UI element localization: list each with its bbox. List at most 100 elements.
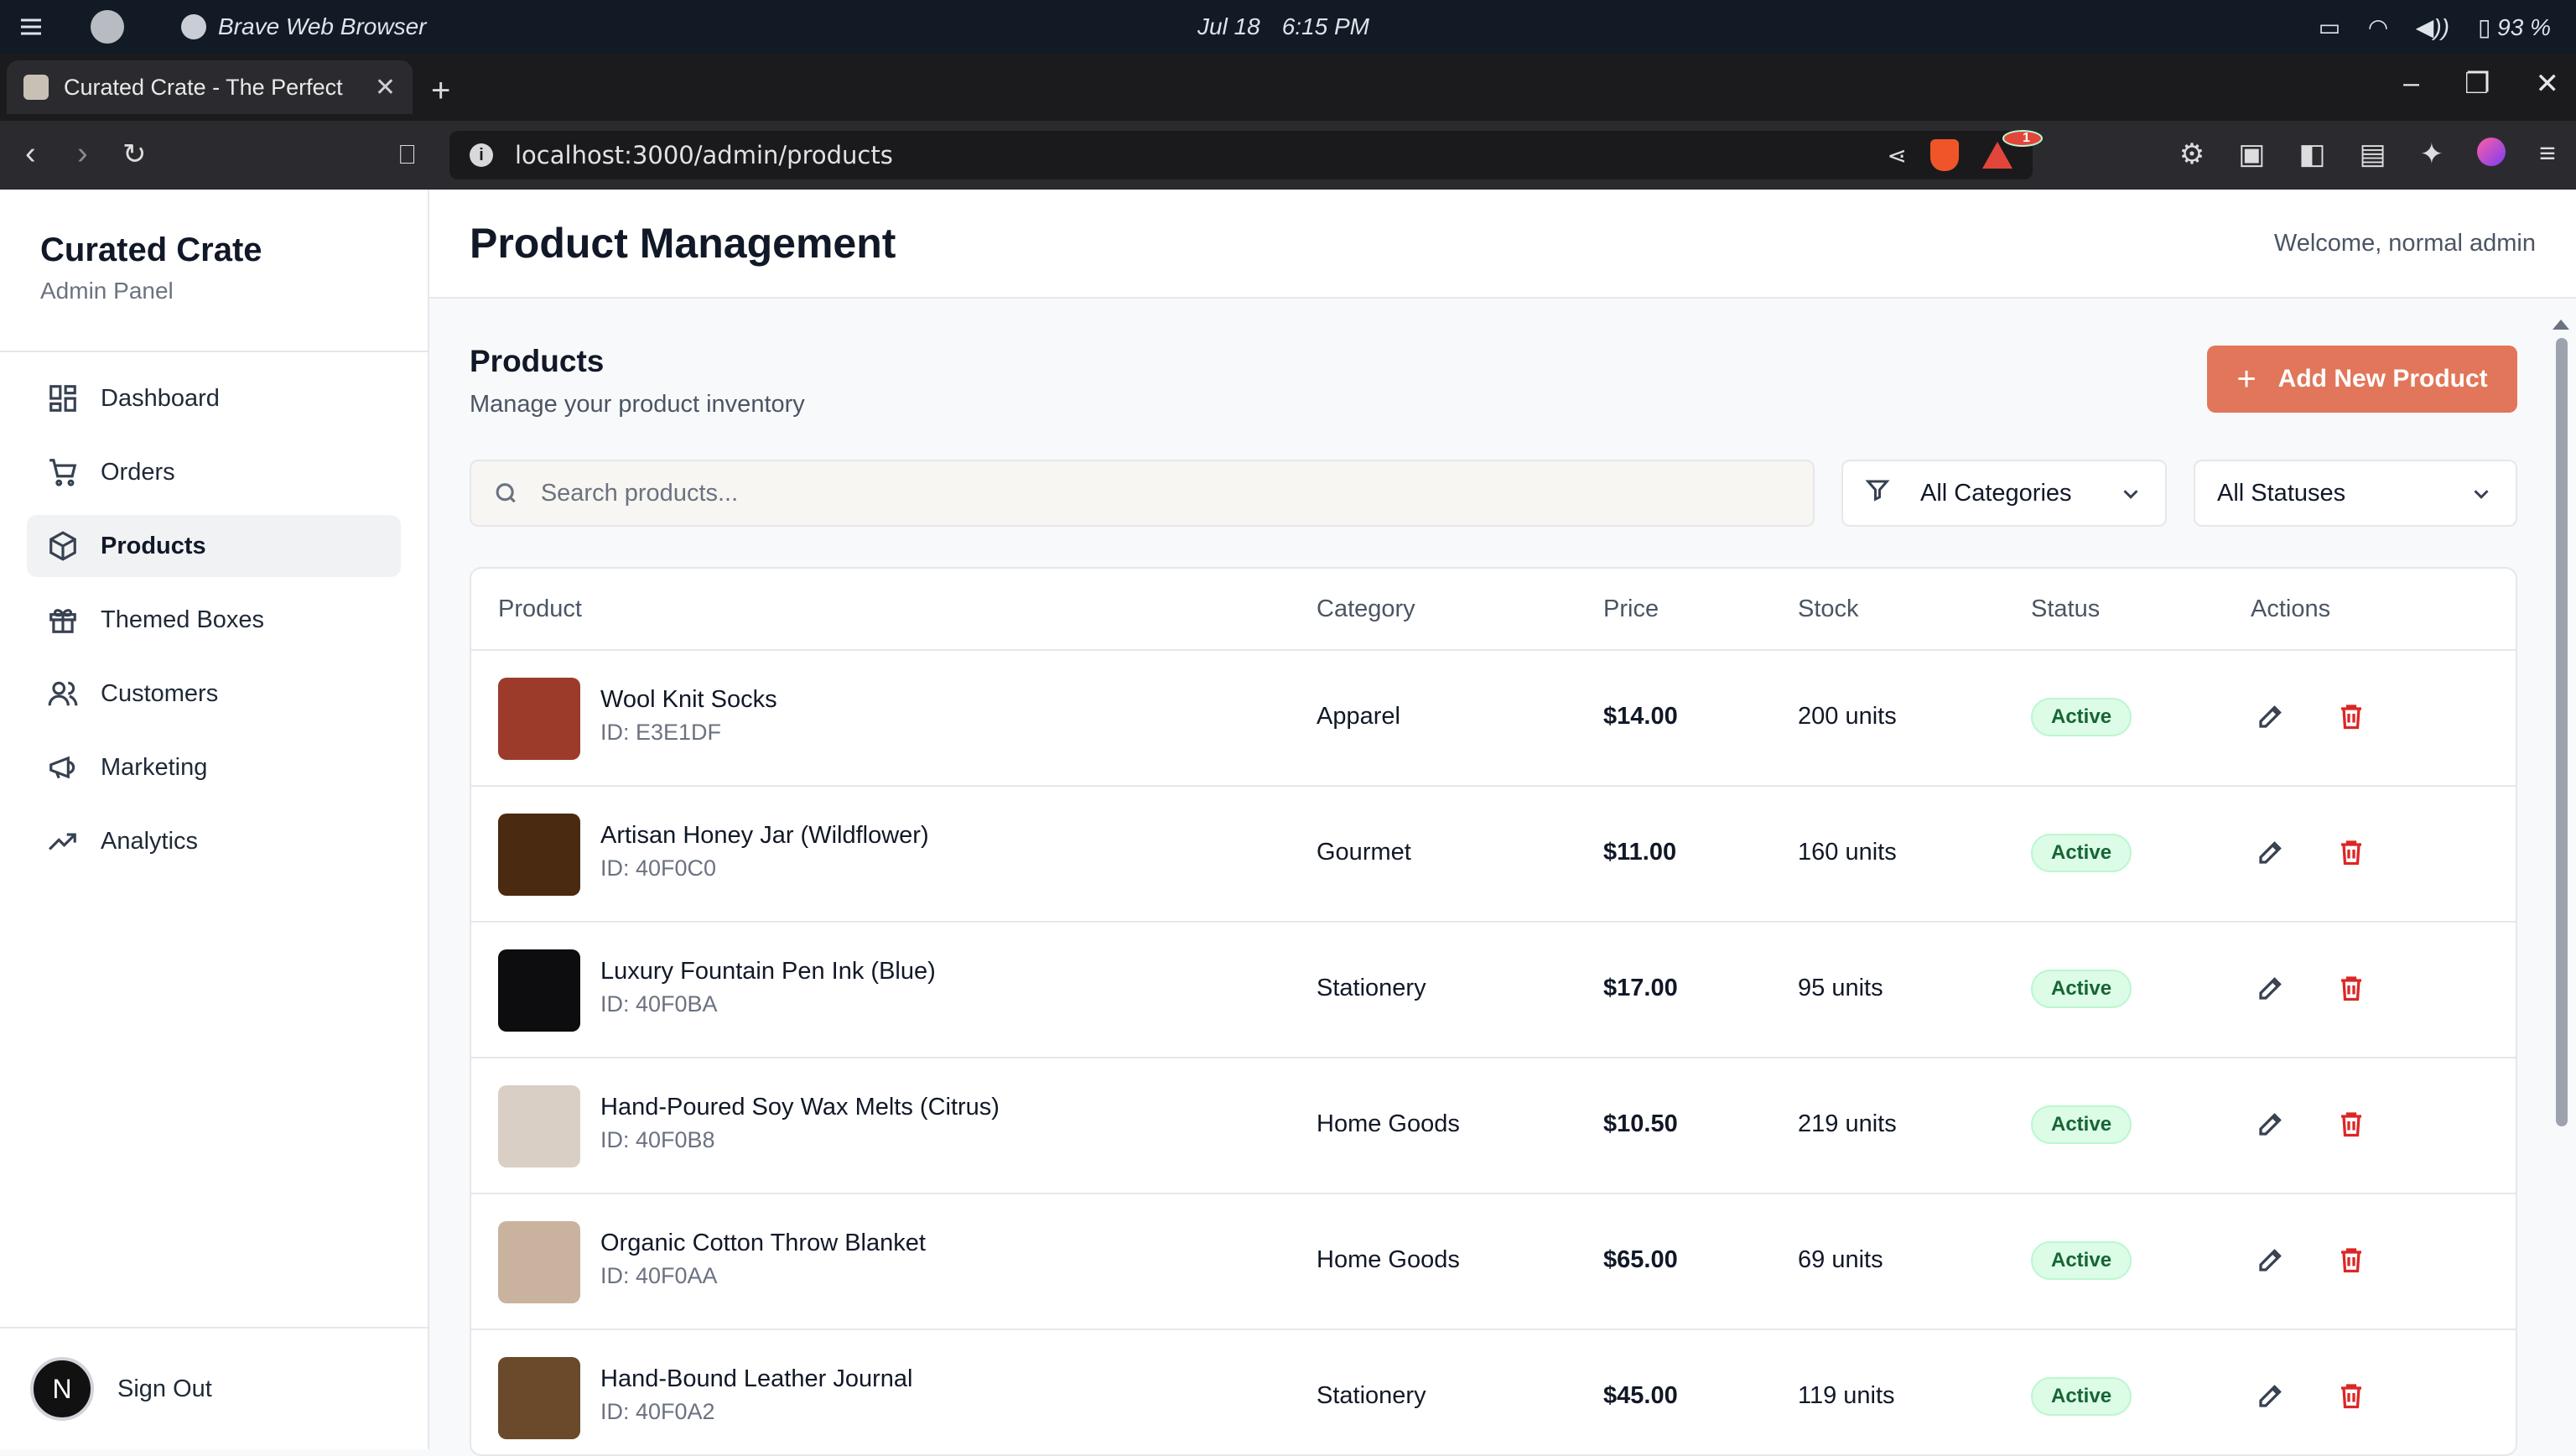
volume-icon[interactable]: ◀)) [2416,13,2449,41]
scrollbar-thumb[interactable] [2556,338,2568,1126]
product-thumbnail[interactable] [498,949,580,1032]
sidebar-item-marketing[interactable]: Marketing [27,736,401,798]
activities-icon[interactable] [18,0,49,54]
product-name[interactable]: Artisan Honey Jar (Wildflower) [600,822,929,850]
ai-icon[interactable]: ✦ [2420,138,2444,171]
sign-out-button[interactable]: N Sign Out [0,1327,428,1449]
restore-icon[interactable]: ❐ [2464,67,2490,101]
product-category: Home Goods [1317,1246,1460,1273]
sidebar-item-products[interactable]: Products [27,515,401,577]
os-tray[interactable]: ▭ ◠ ◀)) ▯ 93 % [2319,0,2551,54]
sidebar-item-customers[interactable]: Customers [27,663,401,725]
reader-icon[interactable]: ▣ [2238,138,2265,171]
edit-icon[interactable] [2256,973,2286,1007]
sidebar-toggle-icon[interactable]: ◧ [2298,138,2325,171]
os-clock[interactable]: Jul 18 6:15 PM [1197,0,1369,54]
browser-tab[interactable]: Curated Crate - The Perfect ✕ [7,60,413,114]
product-thumbnail[interactable] [498,1085,580,1167]
gift-icon [49,609,76,633]
trash-icon[interactable] [2336,973,2366,1007]
os-app-name: Brave Web Browser [218,13,427,39]
trash-icon[interactable] [2336,1245,2366,1279]
site-info-icon[interactable]: i [470,143,493,167]
scroll-up-icon[interactable] [2553,320,2569,330]
share-icon[interactable]: ⋖ [1888,142,1907,169]
sidebar-item-themed-boxes[interactable]: Themed Boxes [27,589,401,651]
edit-icon[interactable] [2256,837,2286,871]
edit-icon[interactable] [2256,1245,2286,1279]
product-category: Home Goods [1317,1110,1460,1137]
section-title: Products [470,344,605,378]
product-name[interactable]: Organic Cotton Throw Blanket [600,1230,926,1257]
status-select-value: All Statuses [2217,479,2346,507]
minimize-icon[interactable]: – [2403,67,2419,101]
sidebar-item-label: Customers [101,679,219,707]
table-row[interactable]: Hand-Bound Leather Journal ID: 40F0A2 St… [471,1330,2516,1454]
sidebar-item-dashboard[interactable]: Dashboard [27,367,401,429]
add-product-button[interactable]: + Add New Product [2207,346,2517,413]
trash-icon[interactable] [2336,1109,2366,1143]
tab-title: Curated Crate - The Perfect [64,74,343,100]
table-row[interactable]: Artisan Honey Jar (Wildflower) ID: 40F0C… [471,787,2516,923]
table-row[interactable]: Luxury Fountain Pen Ink (Blue) ID: 40F0B… [471,923,2516,1058]
os-status-circle[interactable] [91,0,124,54]
status-select[interactable]: All Statuses [2194,460,2517,527]
back-icon[interactable]: ‹ [25,136,36,172]
battery-icon: ▯ [2477,13,2491,40]
trash-icon[interactable] [2336,1381,2366,1415]
edit-icon[interactable] [2256,1109,2286,1143]
search-icon [496,483,516,503]
page-scrollbar[interactable] [2553,320,2569,1301]
product-thumbnail[interactable] [498,814,580,896]
browser-nav-bar: ‹ › ↻ ⎕ i localhost:3000/admin/products … [0,121,2576,190]
product-price: $45.00 [1603,1382,1678,1409]
url-text[interactable]: localhost:3000/admin/products [515,141,1866,169]
trash-icon[interactable] [2336,837,2366,871]
sidebar-item-analytics[interactable]: Analytics [27,810,401,872]
brave-rewards-icon[interactable]: 1 [1982,130,2043,169]
product-thumbnail[interactable] [498,1221,580,1303]
search-box[interactable] [470,460,1815,527]
browser-menu-icon[interactable]: ≡ [2539,138,2556,171]
battery-indicator[interactable]: ▯ 93 % [2478,13,2551,41]
address-bar[interactable]: i localhost:3000/admin/products ⋖ 1 [449,130,2043,179]
extensions-icon[interactable]: ⚙ [2179,138,2205,171]
display-icon[interactable]: ▭ [2319,13,2340,41]
sidebar-item-orders[interactable]: Orders [27,441,401,503]
product-thumbnail[interactable] [498,678,580,760]
table-row[interactable]: Wool Knit Socks ID: E3E1DF Apparel $14.0… [471,651,2516,787]
edit-icon[interactable] [2256,701,2286,736]
sign-out-label: Sign Out [117,1375,212,1402]
grid-icon [49,385,76,412]
bookmark-icon[interactable]: ⎕ [399,139,415,171]
product-name[interactable]: Luxury Fountain Pen Ink (Blue) [600,958,936,985]
window-close-icon[interactable]: ✕ [2536,67,2560,101]
product-category: Apparel [1317,703,1400,730]
table-row[interactable]: Organic Cotton Throw Blanket ID: 40F0AA … [471,1194,2516,1330]
sidebar-brand: Curated Crate Admin Panel [0,190,428,352]
product-name[interactable]: Hand-Poured Soy Wax Melts (Citrus) [600,1094,1000,1121]
profile-icon[interactable] [2477,138,2506,166]
product-name[interactable]: Wool Knit Socks [600,686,777,714]
category-select[interactable]: All Categories [1841,460,2167,527]
search-input[interactable] [540,479,1791,507]
section-header: Products Manage your product inventory [470,344,805,419]
edit-icon[interactable] [2256,1381,2286,1415]
plus-icon: + [2236,360,2257,398]
forward-icon[interactable]: › [77,136,88,172]
product-price: $17.00 [1603,975,1678,1001]
os-date: Jul 18 [1197,13,1260,39]
os-active-app[interactable]: Brave Web Browser [181,0,426,54]
wallet-icon[interactable]: ▤ [2360,138,2386,171]
brave-shields-icon[interactable] [1930,139,1959,171]
tab-close-icon[interactable]: ✕ [375,73,396,102]
product-thumbnail[interactable] [498,1357,580,1439]
product-name[interactable]: Hand-Bound Leather Journal [600,1365,912,1393]
new-tab-button[interactable]: + [431,72,450,110]
battery-level: 93 % [2497,13,2551,40]
wifi-icon[interactable]: ◠ [2369,13,2387,41]
table-row[interactable]: Hand-Poured Soy Wax Melts (Citrus) ID: 4… [471,1058,2516,1194]
table-header: Product Category Price Stock Status Acti… [471,569,2516,651]
reload-icon[interactable]: ↻ [122,138,147,171]
trash-icon[interactable] [2336,701,2366,736]
